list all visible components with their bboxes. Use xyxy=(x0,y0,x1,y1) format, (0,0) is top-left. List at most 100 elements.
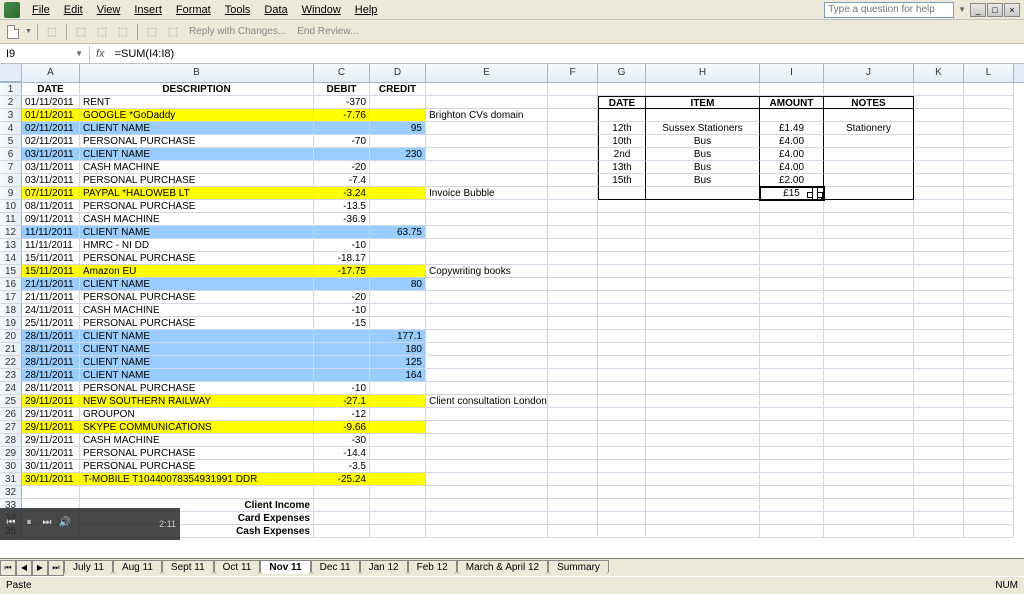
cell[interactable]: -70 xyxy=(314,135,370,148)
cell[interactable] xyxy=(964,525,1014,538)
cell[interactable] xyxy=(598,200,646,213)
cell[interactable] xyxy=(964,226,1014,239)
cell[interactable]: CLIENT NAME xyxy=(80,122,314,135)
toolbar-btn-6[interactable]: ⬚ xyxy=(143,23,161,41)
cell[interactable]: 80 xyxy=(370,278,426,291)
cell[interactable] xyxy=(598,187,646,200)
cell[interactable] xyxy=(964,148,1014,161)
cell[interactable] xyxy=(314,369,370,382)
cell[interactable] xyxy=(760,369,824,382)
row-header[interactable]: 9 xyxy=(0,187,22,200)
cell[interactable] xyxy=(598,512,646,525)
cell[interactable]: 03/11/2011 xyxy=(22,148,80,161)
sheet-tab[interactable]: Summary xyxy=(548,560,609,574)
cell[interactable] xyxy=(914,226,964,239)
cell[interactable] xyxy=(760,317,824,330)
cell[interactable]: CASH MACHINE xyxy=(80,434,314,447)
cell[interactable] xyxy=(964,343,1014,356)
cell[interactable] xyxy=(370,135,426,148)
cell[interactable] xyxy=(964,291,1014,304)
cell[interactable] xyxy=(548,226,598,239)
cell[interactable] xyxy=(548,408,598,421)
cell[interactable] xyxy=(760,525,824,538)
cell[interactable] xyxy=(824,356,914,369)
cell[interactable] xyxy=(314,525,370,538)
cell[interactable] xyxy=(646,512,760,525)
cell[interactable] xyxy=(760,512,824,525)
cell[interactable]: -10 xyxy=(314,304,370,317)
cell[interactable] xyxy=(370,161,426,174)
cell[interactable] xyxy=(824,174,914,187)
cell[interactable] xyxy=(80,486,314,499)
cell[interactable]: Copywriting books xyxy=(426,265,548,278)
cell[interactable] xyxy=(964,395,1014,408)
cell[interactable] xyxy=(824,109,914,122)
cell[interactable] xyxy=(964,330,1014,343)
cell[interactable]: Bus xyxy=(646,148,760,161)
cell[interactable]: 03/11/2011 xyxy=(22,174,80,187)
cell[interactable] xyxy=(646,265,760,278)
cell[interactable] xyxy=(646,473,760,486)
cell[interactable] xyxy=(426,148,548,161)
cell[interactable] xyxy=(646,369,760,382)
cell[interactable] xyxy=(426,447,548,460)
cell[interactable]: CLIENT NAME xyxy=(80,369,314,382)
cell[interactable] xyxy=(646,278,760,291)
cell[interactable] xyxy=(598,291,646,304)
cell[interactable] xyxy=(914,447,964,460)
cell[interactable] xyxy=(964,213,1014,226)
cell[interactable]: 30/11/2011 xyxy=(22,460,80,473)
cell[interactable]: -3.24 xyxy=(314,187,370,200)
cell[interactable] xyxy=(824,395,914,408)
cell[interactable]: 01/11/2011 xyxy=(22,109,80,122)
cell[interactable] xyxy=(370,213,426,226)
sheet-grid[interactable]: A B C D E F G H I J K L 1 DATE DESCRIPTI… xyxy=(0,64,1024,558)
cell[interactable] xyxy=(824,330,914,343)
cell[interactable] xyxy=(548,96,598,109)
cell[interactable]: 10th xyxy=(598,135,646,148)
cell[interactable] xyxy=(914,161,964,174)
row-header[interactable]: 20 xyxy=(0,330,22,343)
cell[interactable]: 28/11/2011 xyxy=(22,330,80,343)
cell[interactable] xyxy=(426,499,548,512)
cell[interactable] xyxy=(964,434,1014,447)
cell[interactable]: 29/11/2011 xyxy=(22,421,80,434)
cell[interactable]: PERSONAL PURCHASE xyxy=(80,460,314,473)
cell[interactable]: CREDIT xyxy=(370,83,426,96)
cell[interactable] xyxy=(964,252,1014,265)
cell[interactable]: 15/11/2011 xyxy=(22,265,80,278)
cell[interactable]: -25.24 xyxy=(314,473,370,486)
cell[interactable] xyxy=(646,525,760,538)
cell[interactable] xyxy=(598,83,646,96)
cell[interactable]: -9.66 xyxy=(314,421,370,434)
cell[interactable] xyxy=(370,421,426,434)
row-header[interactable]: 32 xyxy=(0,486,22,499)
row-header[interactable]: 15 xyxy=(0,265,22,278)
cell[interactable] xyxy=(22,486,80,499)
cell[interactable] xyxy=(914,291,964,304)
sheet-tab[interactable]: July 11 xyxy=(64,560,113,574)
cell[interactable] xyxy=(824,473,914,486)
cell[interactable]: HMRC - NI DD xyxy=(80,239,314,252)
cell[interactable]: CASH MACHINE xyxy=(80,213,314,226)
cell[interactable] xyxy=(426,317,548,330)
cell[interactable] xyxy=(824,135,914,148)
cell[interactable]: -27.1 xyxy=(314,395,370,408)
cell[interactable] xyxy=(646,382,760,395)
close-button[interactable]: × xyxy=(1004,3,1020,17)
row-header[interactable]: 25 xyxy=(0,395,22,408)
row-header[interactable]: 29 xyxy=(0,447,22,460)
cell[interactable] xyxy=(914,122,964,135)
col-header-E[interactable]: E xyxy=(426,64,548,82)
cell[interactable]: -10 xyxy=(314,382,370,395)
cell[interactable] xyxy=(426,122,548,135)
cell[interactable] xyxy=(598,252,646,265)
cell[interactable] xyxy=(370,460,426,473)
cell[interactable] xyxy=(760,356,824,369)
cell[interactable]: £4.00 xyxy=(760,148,824,161)
cell[interactable] xyxy=(426,356,548,369)
cell[interactable] xyxy=(370,499,426,512)
col-header-A[interactable]: A xyxy=(22,64,80,82)
cell[interactable] xyxy=(914,356,964,369)
cell[interactable]: 03/11/2011 xyxy=(22,161,80,174)
